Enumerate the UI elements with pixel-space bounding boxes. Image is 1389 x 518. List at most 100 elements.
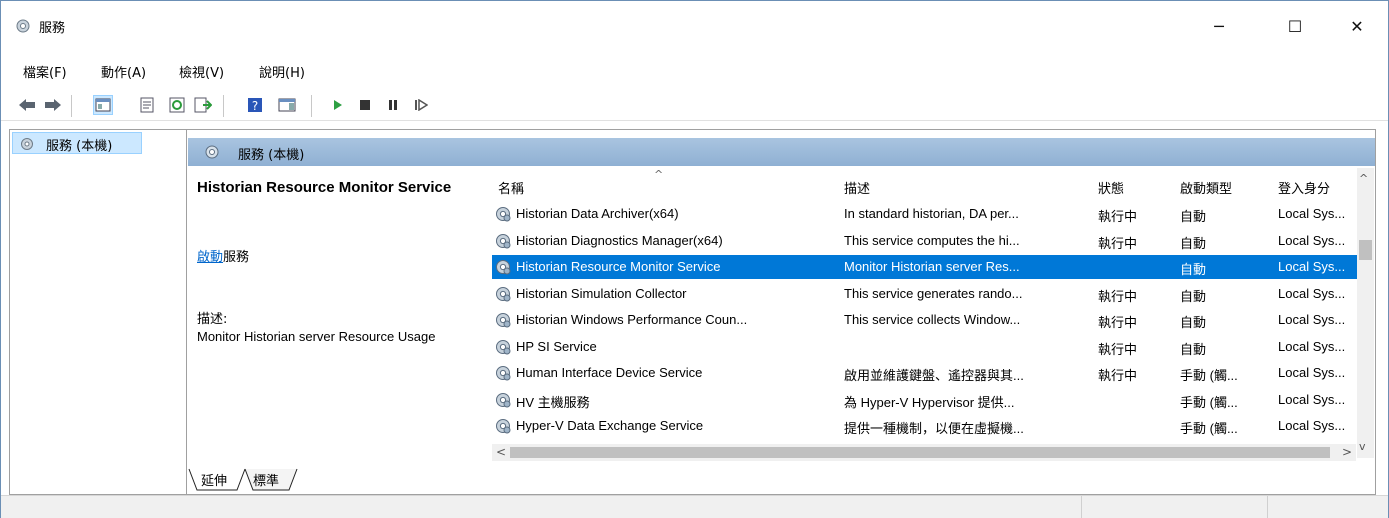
- tab-extended[interactable]: 延伸: [201, 470, 227, 489]
- service-gear-icon: [494, 232, 512, 250]
- service-status: 執行中: [1098, 235, 1138, 251]
- column-startup-type[interactable]: 啟動類型: [1180, 178, 1232, 197]
- service-startup-type: 自動: [1180, 341, 1207, 357]
- service-startup-type: 自動: [1180, 235, 1207, 251]
- resume-service-icon[interactable]: [411, 95, 431, 115]
- service-gear-icon: [494, 258, 512, 276]
- service-name: Historian Diagnostics Manager(x64): [516, 232, 723, 248]
- service-status: 執行中: [1098, 209, 1138, 224]
- tab-standard[interactable]: 標準: [253, 470, 279, 489]
- console-tree: 服務 (本機): [9, 129, 187, 495]
- service-description: This service generates rando...: [844, 285, 1023, 301]
- maximize-button[interactable]: ☐: [1272, 11, 1318, 41]
- scroll-down-icon[interactable]: v: [1359, 440, 1366, 453]
- start-service-link[interactable]: 啟動: [197, 250, 223, 265]
- horizontal-scrollbar[interactable]: < >: [492, 444, 1356, 461]
- toolbar: ?: [1, 89, 1388, 121]
- service-gear-icon: [494, 364, 512, 382]
- menu-bar: 檔案(F) 動作(A) 檢視(V) 說明(H): [1, 59, 1388, 83]
- service-gear-icon: [494, 311, 512, 329]
- forward-arrow-icon[interactable]: [43, 95, 63, 115]
- refresh-icon[interactable]: [167, 95, 187, 115]
- horizontal-scroll-thumb[interactable]: [510, 447, 1330, 458]
- service-gear-icon: [494, 417, 512, 435]
- scroll-up-icon[interactable]: ^: [1359, 172, 1368, 185]
- start-service-suffix: 服務: [223, 250, 250, 265]
- vertical-scrollbar[interactable]: ^ v: [1357, 168, 1374, 458]
- help-icon[interactable]: ?: [245, 95, 265, 115]
- pause-service-icon[interactable]: [383, 95, 403, 115]
- service-gear-icon: [494, 205, 512, 223]
- service-log-on-as: Local Sys...: [1278, 338, 1346, 354]
- services-window: 服務 ─ ☐ ✕ 檔案(F) 動作(A) 檢視(V) 說明(H) ? 服務 (本…: [0, 0, 1389, 518]
- services-pane: 服務 (本機) Historian Resource Monitor Servi…: [187, 129, 1376, 495]
- sort-ascending-icon: ^: [654, 168, 664, 181]
- service-description: 啟用並維護鍵盤、遙控器與其...: [844, 368, 1024, 383]
- service-startup-type: 自動: [1180, 288, 1207, 304]
- service-row[interactable]: HV 主機服務 為 Hyper-V Hypervisor 提供... 手動 (觸..…: [492, 388, 1362, 412]
- tree-item-label: 服務 (本機): [46, 139, 113, 154]
- services-list: ^ 名稱 描述 狀態 啟動類型 登入身分 Historian Data Arch…: [492, 168, 1376, 458]
- show-action-pane-icon[interactable]: [277, 95, 297, 115]
- minimize-button[interactable]: ─: [1196, 11, 1242, 41]
- menu-file[interactable]: 檔案(F): [23, 62, 67, 81]
- description-label: 描述:: [197, 312, 228, 327]
- service-startup-type: 手動 (觸...: [1180, 394, 1238, 410]
- service-row[interactable]: HP SI Service 執行中 自動 Local Sys...: [492, 335, 1362, 359]
- properties-icon[interactable]: [137, 95, 157, 115]
- service-row[interactable]: Historian Data Archiver(x64) In standard …: [492, 202, 1362, 226]
- service-description: In standard historian, DA per...: [844, 206, 1019, 221]
- service-description: 提供一種機制，以便在虛擬機...: [844, 421, 1024, 436]
- service-row[interactable]: Historian Diagnostics Manager(x64) This s…: [492, 229, 1362, 253]
- service-row[interactable]: Human Interface Device Service 啟用並維護鍵盤、遙控…: [492, 361, 1362, 385]
- export-list-icon[interactable]: [193, 95, 213, 115]
- description-text: Monitor Historian server Resource Usage: [197, 329, 436, 344]
- menu-help[interactable]: 說明(H): [259, 62, 305, 81]
- column-status[interactable]: 狀態: [1098, 178, 1124, 197]
- service-detail: Historian Resource Monitor Service 啟動服務 …: [197, 178, 487, 344]
- service-startup-type: 手動 (觸...: [1180, 421, 1238, 436]
- column-name[interactable]: 名稱: [498, 178, 524, 197]
- start-service-icon[interactable]: [327, 95, 347, 115]
- service-log-on-as: Local Sys...: [1278, 312, 1346, 327]
- service-name: Historian Windows Performance Coun...: [516, 312, 748, 327]
- back-arrow-icon[interactable]: [17, 95, 37, 115]
- service-row[interactable]: Historian Resource Monitor Service Monito…: [492, 255, 1362, 279]
- service-log-on-as: Local Sys...: [1278, 365, 1346, 380]
- show-hide-tree-icon[interactable]: [93, 95, 113, 115]
- service-description: 為 Hyper-V Hypervisor 提供...: [844, 394, 1015, 410]
- service-name: HP SI Service: [516, 338, 597, 354]
- service-startup-type: 自動: [1180, 209, 1207, 224]
- service-startup-type: 手動 (觸...: [1180, 368, 1238, 383]
- service-name: Human Interface Device Service: [516, 365, 703, 380]
- service-log-on-as: Local Sys...: [1278, 285, 1346, 301]
- service-row[interactable]: Historian Windows Performance Coun... Thi…: [492, 308, 1362, 332]
- service-status: 執行中: [1098, 315, 1138, 330]
- service-detail-title: Historian Resource Monitor Service: [197, 179, 452, 196]
- menu-action[interactable]: 動作(A): [101, 62, 146, 81]
- service-startup-type: 自動: [1180, 262, 1207, 277]
- svg-text:?: ?: [252, 99, 258, 113]
- scroll-left-icon[interactable]: <: [496, 445, 506, 459]
- service-row[interactable]: Hyper-V Data Exchange Service 提供一種機制，以便在虛…: [492, 414, 1362, 438]
- service-log-on-as: Local Sys...: [1278, 206, 1346, 221]
- close-button[interactable]: ✕: [1334, 11, 1380, 41]
- scroll-right-icon[interactable]: >: [1342, 445, 1352, 459]
- vertical-scroll-thumb[interactable]: [1359, 240, 1372, 260]
- services-gear-icon: [21, 138, 33, 150]
- pane-header-title: 服務 (本機): [238, 148, 305, 163]
- menu-view[interactable]: 檢視(V): [179, 62, 224, 81]
- service-row[interactable]: Historian Simulation Collector This servi…: [492, 282, 1362, 306]
- service-status: 執行中: [1098, 368, 1138, 383]
- column-description[interactable]: 描述: [844, 178, 870, 197]
- list-column-header: ^ 名稱 描述 狀態 啟動類型 登入身分: [492, 168, 1362, 202]
- services-gear-icon: [16, 19, 30, 33]
- window-title: 服務: [39, 21, 66, 36]
- service-status: 執行中: [1098, 288, 1138, 304]
- stop-service-icon[interactable]: [355, 95, 375, 115]
- pane-header: 服務 (本機): [188, 138, 1375, 166]
- start-service-line: 啟動服務: [197, 246, 249, 265]
- column-log-on-as[interactable]: 登入身分: [1278, 178, 1330, 197]
- service-status: 執行中: [1098, 341, 1138, 357]
- service-description: Monitor Historian server Res...: [844, 259, 1020, 274]
